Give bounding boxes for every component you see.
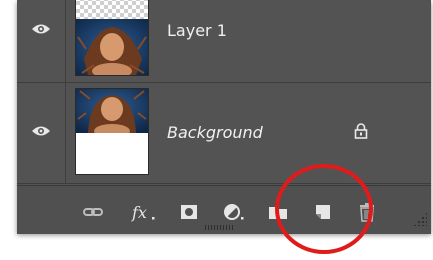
layer-row-background[interactable]: Background <box>17 83 431 184</box>
new-layer-icon[interactable] <box>313 202 333 222</box>
layer-row-layer-1[interactable]: Layer 1 <box>17 0 431 83</box>
portrait-thumbnail-image <box>76 19 148 75</box>
trash-icon[interactable] <box>357 202 377 222</box>
fx-icon[interactable]: fx <box>131 202 159 222</box>
link-layers-icon[interactable] <box>83 202 103 222</box>
layers-panel-bottom-bar: fx <box>17 185 431 234</box>
panel-resize-grip[interactable] <box>413 212 427 226</box>
panel-drag-grip[interactable] <box>205 225 235 230</box>
layer-name[interactable]: Layer 1 <box>167 21 227 40</box>
layers-panel: Layer 1 Background fx <box>17 0 431 234</box>
lock-icon <box>354 123 368 139</box>
layer-thumbnail[interactable] <box>75 0 149 76</box>
layer-name[interactable]: Background <box>167 123 263 142</box>
portrait-thumbnail-image <box>76 89 148 133</box>
eye-icon[interactable] <box>31 23 51 35</box>
eye-icon[interactable] <box>31 125 51 137</box>
visibility-toggle[interactable] <box>17 0 66 82</box>
svg-text:fx: fx <box>131 203 147 222</box>
transparency-checkerboard <box>76 0 148 19</box>
visibility-toggle[interactable] <box>17 83 66 183</box>
layer-mask-icon[interactable] <box>179 202 199 222</box>
layer-thumbnail[interactable] <box>75 88 149 175</box>
adjustment-layer-icon[interactable] <box>222 202 248 222</box>
new-group-icon[interactable] <box>267 202 289 222</box>
